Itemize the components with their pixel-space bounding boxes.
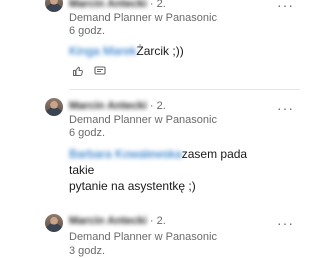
mention-link[interactable]: Barbara Kowalewska [69, 147, 182, 161]
comment-body: Żarcik ;)) [136, 44, 184, 58]
comment-author-line: Marcin Antecki · 2. [69, 0, 166, 11]
comment-body-line2: pytanie na asystentkę ;) [69, 179, 196, 193]
comment-text: Barbara Kowalewskazasem pada takie pytan… [69, 146, 269, 194]
author-headline: Demand Planner w Panasonic [69, 231, 217, 243]
comment-text: Kinga MarekŻarcik ;)) [69, 43, 269, 59]
author-headline: Demand Planner w Panasonic [69, 12, 217, 24]
comment-1: Marcin Antecki · 2. Demand Planner w Pan… [0, 0, 300, 88]
author-name[interactable]: Marcin Antecki [69, 215, 147, 227]
more-options-button[interactable]: ··· [277, 101, 294, 115]
connection-degree: · 2. [149, 0, 166, 10]
mention-link[interactable]: Kinga Marek [69, 44, 136, 58]
reply-icon[interactable] [94, 65, 106, 77]
thumbs-up-icon[interactable] [72, 65, 84, 77]
author-name[interactable]: Marcin Antecki [69, 100, 147, 112]
author-name[interactable]: Marcin Antecki [69, 0, 147, 10]
comment-author-line: Marcin Antecki · 2. [69, 100, 166, 113]
more-options-button[interactable]: ··· [277, 0, 294, 12]
author-headline: Demand Planner w Panasonic [69, 114, 217, 126]
more-options-button[interactable]: ··· [277, 216, 294, 230]
avatar[interactable] [45, 214, 63, 232]
avatar[interactable] [45, 98, 63, 116]
comment-author-line: Marcin Antecki · 2. [69, 215, 166, 228]
comment-time: 6 godz. [69, 25, 106, 37]
avatar[interactable] [45, 0, 63, 12]
connection-degree: · 2. [149, 100, 166, 112]
comment-divider [69, 89, 300, 90]
comment-time: 6 godz. [69, 127, 106, 139]
comment-time: 3 godz. [69, 245, 106, 257]
comment-3: Marcin Antecki · 2. Demand Planner w Pan… [0, 210, 300, 257]
comment-2: Marcin Antecki · 2. Demand Planner w Pan… [0, 95, 300, 205]
connection-degree: · 2. [149, 215, 166, 227]
